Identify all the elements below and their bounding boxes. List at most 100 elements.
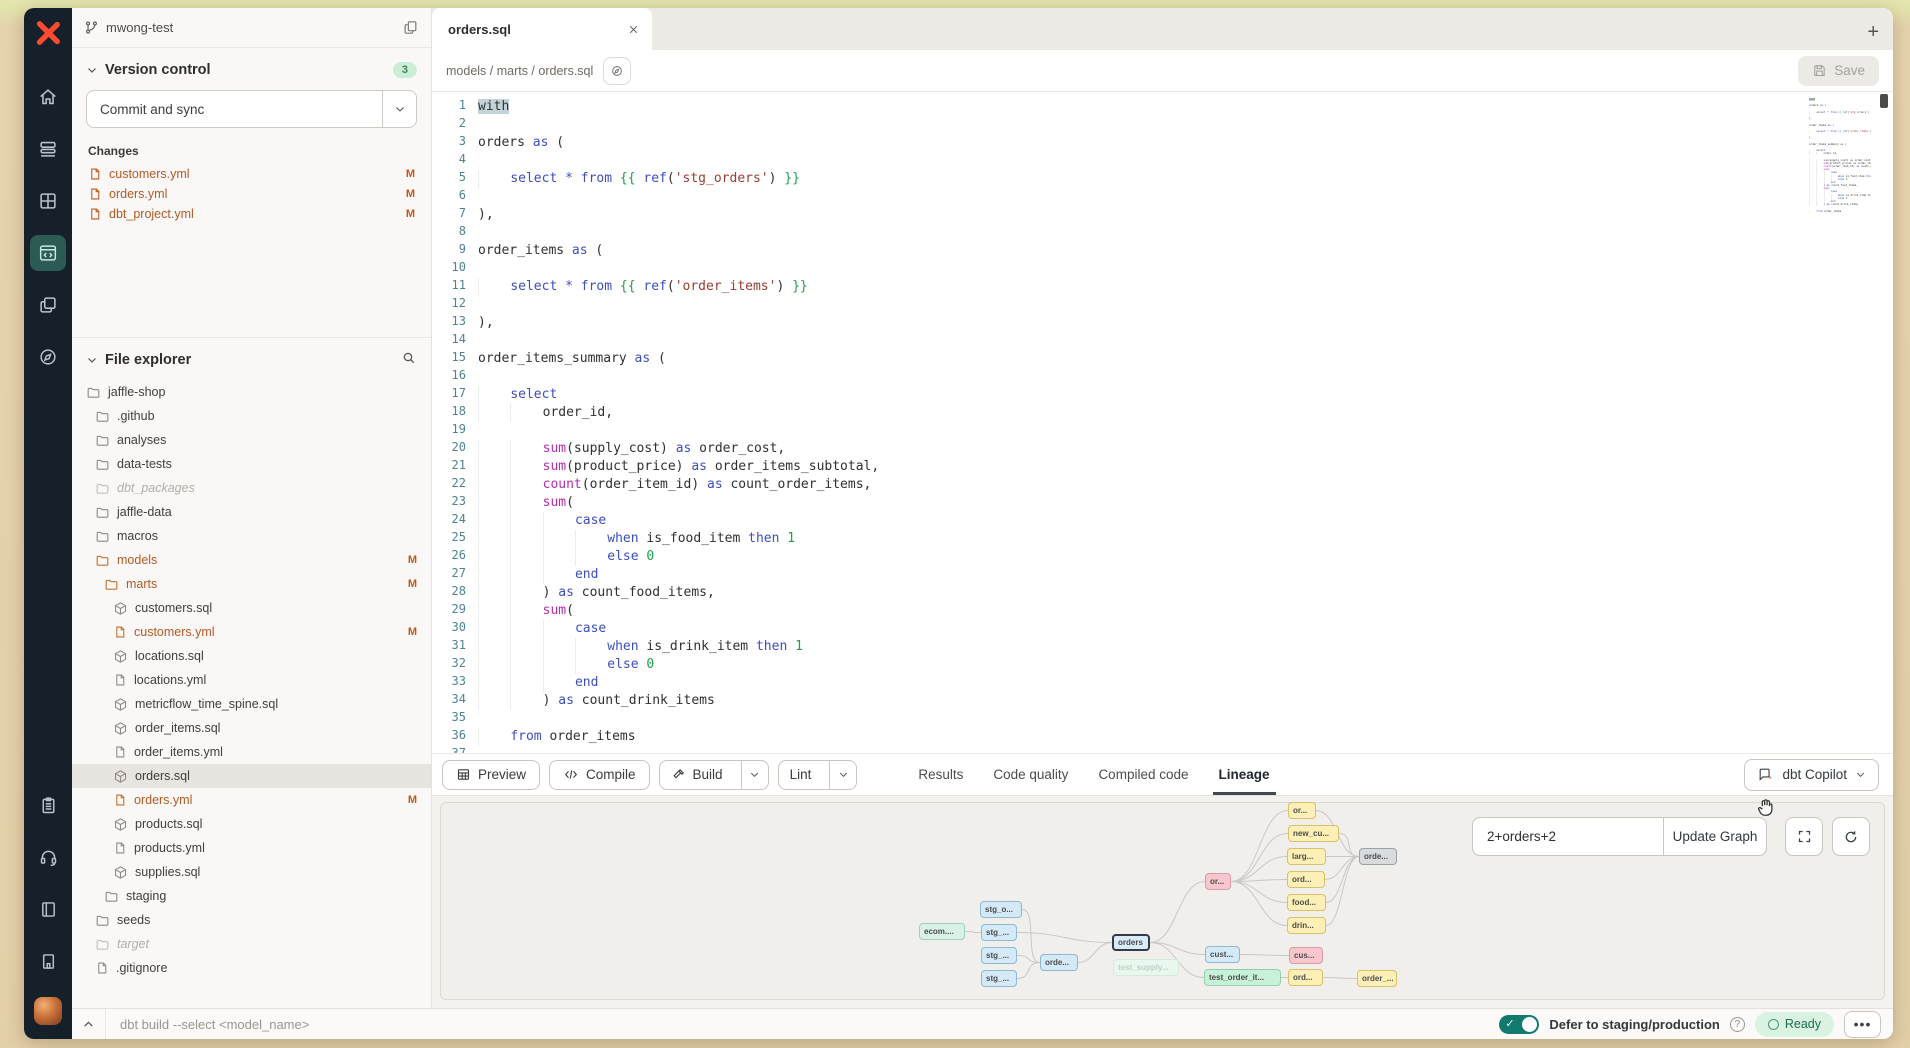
code-line[interactable]: order_items_summary as ( <box>478 350 1893 368</box>
code-line[interactable]: sum(product_price) as order_items_subtot… <box>478 458 1893 476</box>
code-line[interactable] <box>478 422 1893 440</box>
code-line[interactable]: case <box>478 620 1893 638</box>
lineage-node-ord1[interactable]: ord... <box>1287 871 1325 888</box>
panel-tab-lineage[interactable]: Lineage <box>1219 754 1270 795</box>
build-button[interactable]: Build <box>659 760 769 790</box>
code-line[interactable]: with <box>478 98 1893 116</box>
code-line[interactable]: end <box>478 674 1893 692</box>
code-line[interactable] <box>478 710 1893 728</box>
lint-options-chevron[interactable] <box>829 761 856 789</box>
lineage-node-cust[interactable]: cust... <box>1205 946 1240 963</box>
code-line[interactable]: sum(supply_cost) as order_cost, <box>478 440 1893 458</box>
preview-button[interactable]: Preview <box>442 760 540 790</box>
code-line[interactable]: sum( <box>478 602 1893 620</box>
panel-tab-results[interactable]: Results <box>918 754 963 795</box>
file-explorer-header[interactable]: File explorer <box>72 338 431 378</box>
copy-branch-icon[interactable] <box>402 19 419 36</box>
lineage-node-stg4[interactable]: stg_... <box>981 970 1017 987</box>
lineage-node-food[interactable]: food... <box>1287 894 1326 911</box>
code-line[interactable] <box>478 116 1893 134</box>
changed-file[interactable]: dbt_project.ymlM <box>72 204 431 224</box>
file-tree-item[interactable]: target <box>72 932 431 956</box>
projects-icon[interactable] <box>30 287 66 323</box>
code-line[interactable] <box>478 260 1893 278</box>
user-avatar[interactable] <box>34 997 62 1025</box>
changelog-icon[interactable] <box>30 787 66 823</box>
lineage-node-cus_p[interactable]: cus... <box>1289 947 1323 964</box>
lineage-node-larg[interactable]: larg... <box>1287 848 1326 865</box>
lineage-node-ord2[interactable]: ord... <box>1288 969 1323 986</box>
code-line[interactable]: select * from {{ ref('order_items') }} <box>478 278 1893 296</box>
more-options-button[interactable]: ••• <box>1844 1011 1881 1038</box>
file-tree-item[interactable]: analyses <box>72 428 431 452</box>
lineage-node-ecom[interactable]: ecom.... <box>919 923 965 940</box>
code-line[interactable]: when is_food_item then 1 <box>478 530 1893 548</box>
vertical-scrollbar[interactable] <box>1879 92 1889 753</box>
version-control-header[interactable]: Version control 3 <box>72 48 431 86</box>
code-line[interactable]: order_id, <box>478 404 1893 422</box>
file-tree-item[interactable]: jaffle-data <box>72 500 431 524</box>
lineage-node-or_p[interactable]: or... <box>1205 873 1231 890</box>
file-tree-item[interactable]: macros <box>72 524 431 548</box>
expand-command-bar-button[interactable] <box>72 1009 106 1039</box>
code-line[interactable]: when is_drink_item then 1 <box>478 638 1893 656</box>
code-line[interactable]: ), <box>478 314 1893 332</box>
defer-toggle[interactable]: ✓ <box>1499 1015 1539 1034</box>
model-selector-input[interactable] <box>1472 817 1663 856</box>
dbt-copilot-button[interactable]: dbt Copilot <box>1744 759 1879 791</box>
panel-tab-code-quality[interactable]: Code quality <box>993 754 1068 795</box>
file-tree-item[interactable]: locations.yml <box>72 668 431 692</box>
file-tree-item[interactable]: staging <box>72 884 431 908</box>
commit-and-sync-button[interactable]: Commit and sync <box>86 90 417 128</box>
code-line[interactable] <box>478 152 1893 170</box>
lineage-node-stg2[interactable]: stg_... <box>981 924 1017 941</box>
file-tree-item[interactable]: seeds <box>72 908 431 932</box>
file-tree-item[interactable]: .gitignore <box>72 956 431 980</box>
scrollbar-thumb[interactable] <box>1880 94 1888 108</box>
code-line[interactable] <box>478 368 1893 386</box>
docs-icon[interactable] <box>30 891 66 927</box>
code-line[interactable]: orders as ( <box>478 134 1893 152</box>
environments-icon[interactable] <box>30 131 66 167</box>
dashboard-icon[interactable] <box>30 183 66 219</box>
lineage-node-order3[interactable]: order_... <box>1357 970 1397 987</box>
code-content[interactable]: with orders as ( select * from {{ ref('st… <box>478 92 1893 753</box>
code-line[interactable]: else 0 <box>478 656 1893 674</box>
lineage-node-new_cu[interactable]: new_cu... <box>1288 825 1339 842</box>
notifications-icon[interactable] <box>30 943 66 979</box>
file-tree-item[interactable]: order_items.yml <box>72 740 431 764</box>
refresh-graph-button[interactable] <box>1832 817 1870 856</box>
code-line[interactable] <box>478 224 1893 242</box>
lineage-node-orders[interactable]: orders <box>1112 934 1150 951</box>
file-tree-item[interactable]: supplies.sql <box>72 860 431 884</box>
dbt-logo-icon[interactable] <box>35 20 61 51</box>
minimap[interactable]: withorders as ( select * from {{ ref('st… <box>1809 98 1871 733</box>
code-line[interactable]: ) as count_food_items, <box>478 584 1893 602</box>
code-line[interactable]: ) as count_drink_items <box>478 692 1893 710</box>
file-tree-item[interactable]: modelsM <box>72 548 431 572</box>
ready-status-badge[interactable]: Ready <box>1755 1012 1834 1037</box>
code-line[interactable] <box>478 296 1893 314</box>
explore-icon[interactable] <box>30 339 66 375</box>
file-tree-item[interactable]: .github <box>72 404 431 428</box>
changed-file[interactable]: orders.ymlM <box>72 184 431 204</box>
code-line[interactable]: else 0 <box>478 548 1893 566</box>
file-tree-item[interactable]: locations.sql <box>72 644 431 668</box>
file-tree-item[interactable]: products.yml <box>72 836 431 860</box>
search-files-icon[interactable] <box>401 350 417 370</box>
code-line[interactable]: order_items as ( <box>478 242 1893 260</box>
tab-orders-sql[interactable]: orders.sql <box>432 8 652 50</box>
code-line[interactable]: ), <box>478 206 1893 224</box>
lineage-node-supply[interactable]: test_supply... <box>1113 959 1179 976</box>
code-line[interactable]: select * from {{ ref('stg_orders') }} <box>478 170 1893 188</box>
file-tree-item[interactable]: martsM <box>72 572 431 596</box>
code-line[interactable]: count(order_item_id) as count_order_item… <box>478 476 1893 494</box>
new-tab-button[interactable]: + <box>1867 22 1879 42</box>
file-tree-item[interactable]: jaffle-shop <box>72 380 431 404</box>
code-line[interactable]: end <box>478 566 1893 584</box>
close-tab-icon[interactable] <box>627 23 640 36</box>
lineage-node-ord_g[interactable]: orde... <box>1359 848 1397 865</box>
lineage-node-test_oi[interactable]: test_order_it... <box>1204 969 1281 986</box>
compile-button[interactable]: Compile <box>549 760 650 790</box>
file-tree-item[interactable]: customers.sql <box>72 596 431 620</box>
